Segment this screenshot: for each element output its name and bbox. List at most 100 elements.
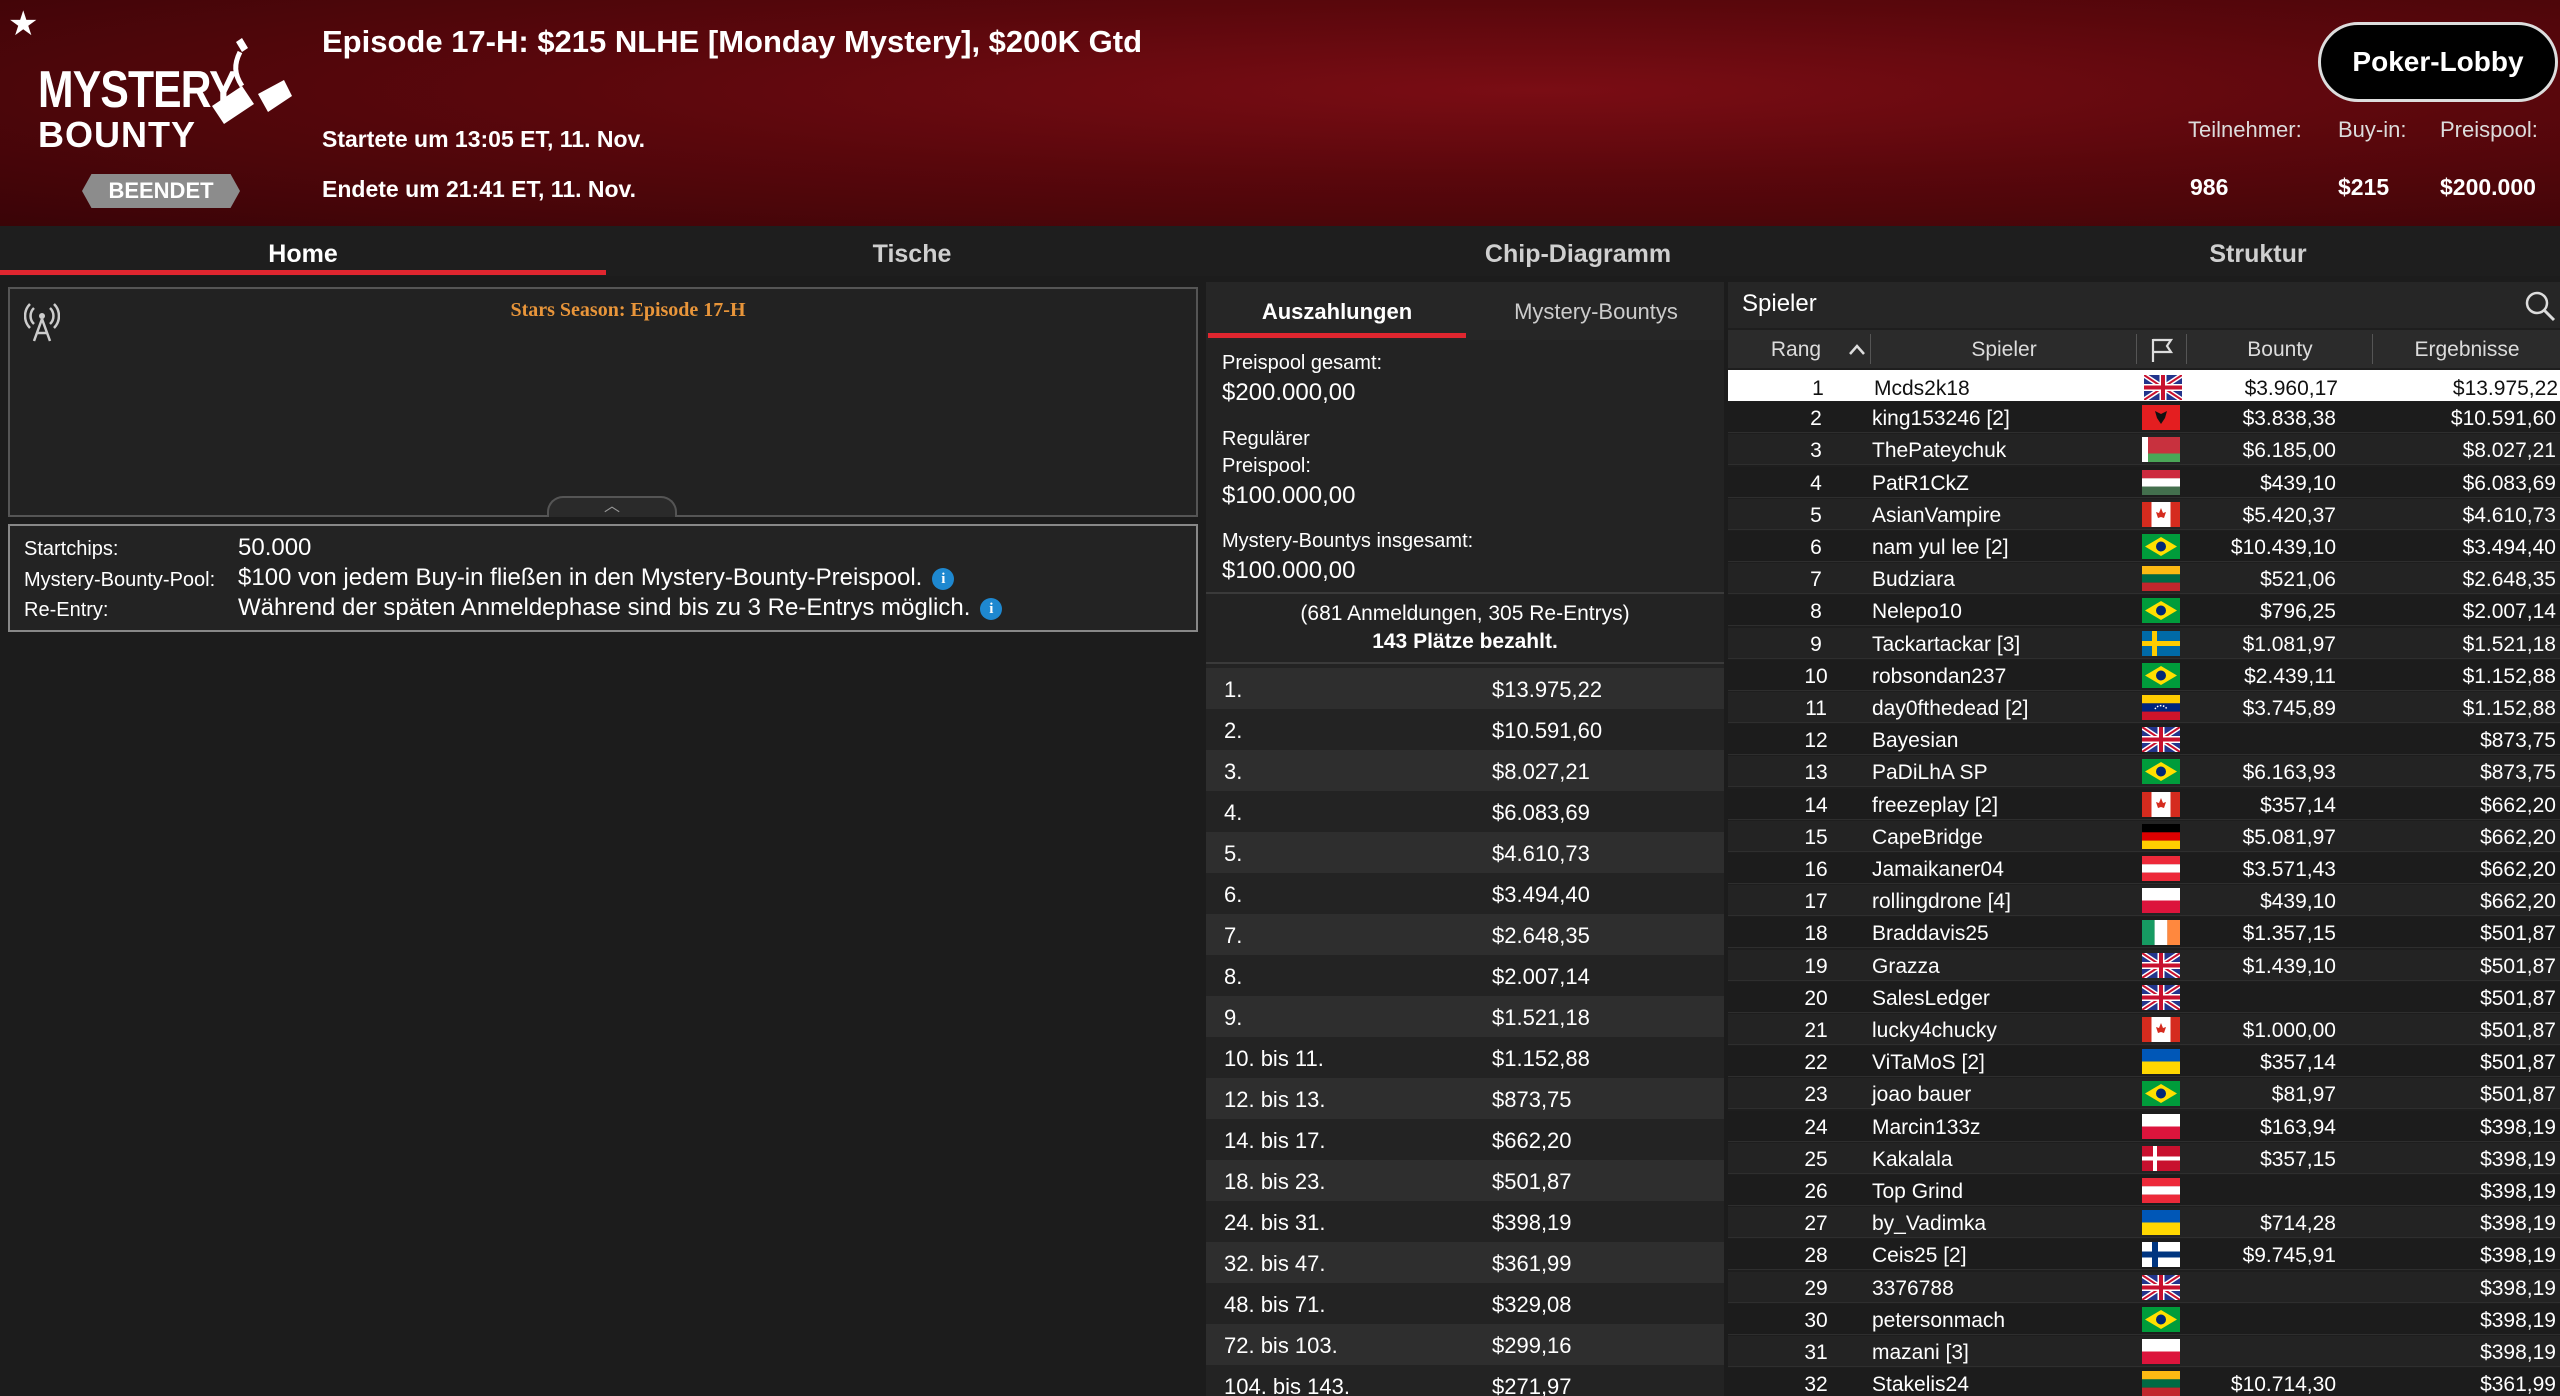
tab-home[interactable]: Home: [0, 226, 606, 276]
country-flag-icon: [2142, 695, 2180, 720]
collapse-handle[interactable]: ︿: [547, 496, 677, 517]
payout-row: 7. $2.648,35: [1206, 914, 1724, 955]
payout-amount: $873,75: [1492, 1087, 1572, 1112]
info-icon[interactable]: i: [980, 597, 1003, 620]
player-row[interactable]: 11 day0fthedead [2] $3.745,89 $1.152,88: [1728, 692, 2560, 723]
sort-up-icon[interactable]: [1848, 342, 1866, 356]
payout-place: 32. bis 47.: [1224, 1251, 1326, 1276]
country-flag-icon: [2142, 1113, 2180, 1139]
payout-place: 48. bis 71.: [1224, 1292, 1326, 1317]
player-result: $501,87: [2480, 954, 2556, 978]
player-rank: 11: [1805, 697, 1827, 720]
player-name: Grazza: [1872, 954, 1940, 978]
player-row[interactable]: 26 Top Grind $398,19: [1728, 1175, 2560, 1206]
player-bounty: $439,10: [2260, 890, 2336, 914]
player-row[interactable]: 30 petersonmach $398,19: [1728, 1303, 2560, 1335]
tab-payouts[interactable]: Auszahlungen: [1206, 282, 1468, 340]
payout-row: 18. bis 23. $501,87: [1206, 1160, 1724, 1201]
player-result: $662,20: [2480, 858, 2556, 881]
player-row[interactable]: 32 Stakelis24 $10.714,30 $361,99: [1728, 1368, 2560, 1396]
info-icon[interactable]: i: [932, 567, 955, 590]
player-name: Kakalala: [1872, 1147, 1953, 1171]
startchips-value: 50.000: [238, 534, 312, 561]
payout-place: 10. bis 11.: [1224, 1046, 1324, 1071]
player-row[interactable]: 29 3376788 $398,19: [1728, 1271, 2560, 1303]
player-rank: 20: [1804, 986, 1828, 1010]
player-row[interactable]: 13 PaDiLhA SP $6.163,93 $873,75: [1728, 756, 2560, 788]
col-player[interactable]: Spieler: [1872, 338, 2136, 362]
player-row[interactable]: 1 Mcds2k18 $3.960,17 $13.975,22: [1728, 370, 2560, 403]
player-bounty: $357,14: [2260, 793, 2336, 817]
player-row[interactable]: 22 ViTaMoS [2] $357,14 $501,87: [1728, 1046, 2560, 1078]
bounty-total-value: $100.000,00: [1222, 557, 1356, 584]
country-flag-icon: [2142, 1339, 2180, 1364]
country-flag-icon: [2142, 662, 2180, 688]
prizepool-value: $200.000: [2440, 174, 2536, 200]
player-search-bar[interactable]: Spieler: [1728, 282, 2560, 328]
player-row[interactable]: 18 Braddavis25 $1.357,15 $501,87: [1728, 917, 2560, 949]
player-row[interactable]: 7 Budziara $521,06 $2.648,35: [1728, 563, 2560, 595]
player-row[interactable]: 3 ThePateychuk $6.185,00 $8.027,21: [1728, 434, 2560, 466]
player-row[interactable]: 5 AsianVampire $5.420,37 $4.610,73: [1728, 498, 2560, 530]
col-results[interactable]: Ergebnisse: [2374, 338, 2560, 362]
player-row[interactable]: 14 freezeplay [2] $357,14 $662,20: [1728, 788, 2560, 820]
column-divider: [1870, 334, 1871, 364]
player-row[interactable]: 9 Tackartackar [3] $1.081,97 $1.521,18: [1728, 627, 2560, 659]
player-row[interactable]: 31 mazani [3] $398,19: [1728, 1336, 2560, 1367]
player-row[interactable]: 8 Nelepo10 $796,25 $2.007,14: [1728, 595, 2560, 627]
player-row[interactable]: 2 king153246 [2] $3.838,38 $10.591,60: [1728, 402, 2560, 434]
player-name: Bayesian: [1872, 729, 1959, 753]
player-row[interactable]: 20 SalesLedger $501,87: [1728, 981, 2560, 1013]
country-flag-icon: [2142, 1049, 2180, 1075]
payout-place: 4.: [1224, 800, 1243, 825]
player-row[interactable]: 15 CapeBridge $5.081,97 $662,20: [1728, 820, 2560, 852]
player-result: $662,20: [2480, 825, 2556, 849]
payout-place: 72. bis 103.: [1224, 1333, 1338, 1358]
tab-chip-chart[interactable]: Chip-Diagramm: [1218, 226, 1938, 276]
payout-amount: $1.152,88: [1492, 1046, 1590, 1071]
player-row[interactable]: 16 Jamaikaner04 $3.571,43 $662,20: [1728, 853, 2560, 884]
favorite-star-icon[interactable]: ★: [8, 4, 38, 44]
col-rank[interactable]: Rang: [1748, 338, 1844, 362]
poker-lobby-button[interactable]: Poker-Lobby: [2318, 22, 2558, 102]
player-row[interactable]: 10 robsondan237 $2.439,11 $1.152,88: [1728, 659, 2560, 691]
payout-row: 72. bis 103. $299,16: [1206, 1324, 1724, 1365]
player-row[interactable]: 19 Grazza $1.439,10 $501,87: [1728, 949, 2560, 981]
player-result: $398,19: [2480, 1308, 2556, 1332]
player-row[interactable]: 12 Bayesian $873,75: [1728, 724, 2560, 756]
player-row[interactable]: 21 lucky4chucky $1.000,00 $501,87: [1728, 1014, 2560, 1045]
column-divider: [2136, 334, 2137, 364]
player-row[interactable]: 25 Kakalala $357,15 $398,19: [1728, 1142, 2560, 1174]
player-result: $398,19: [2480, 1147, 2556, 1171]
flag-icon[interactable]: [2148, 336, 2176, 364]
player-rank: 25: [1804, 1147, 1828, 1171]
country-flag-icon: [2142, 791, 2180, 817]
tab-structure[interactable]: Struktur: [1938, 226, 2560, 276]
col-bounty[interactable]: Bounty: [2188, 338, 2372, 362]
player-result: $501,87: [2480, 1083, 2556, 1107]
payout-row: 12. bis 13. $873,75: [1206, 1078, 1724, 1119]
player-row[interactable]: 28 Ceis25 [2] $9.745,91 $398,19: [1728, 1239, 2560, 1271]
player-name: PatR1CkZ: [1872, 471, 1969, 495]
player-bounty: $796,25: [2260, 600, 2336, 624]
country-flag-icon: [2142, 920, 2180, 946]
player-bounty: $6.163,93: [2242, 761, 2336, 785]
player-row[interactable]: 17 rollingdrone [4] $439,10 $662,20: [1728, 885, 2560, 917]
tournament-header: ★ MYSTERY BOUNTY BEENDET Episode 17-H: $…: [0, 0, 2560, 226]
player-row[interactable]: 4 PatR1CkZ $439,10 $6.083,69: [1728, 466, 2560, 498]
tab-mystery-bounties[interactable]: Mystery-Bountys: [1468, 282, 1724, 340]
tab-tables[interactable]: Tische: [606, 226, 1218, 276]
payouts-panel: Auszahlungen Mystery-Bountys Preispool g…: [1206, 282, 1724, 1396]
bag-icon: [212, 38, 292, 124]
player-result: $398,19: [2480, 1341, 2556, 1364]
payout-amount: $4.610,73: [1492, 841, 1590, 866]
player-row[interactable]: 27 by_Vadimka $714,28 $398,19: [1728, 1207, 2560, 1239]
player-rank: 7: [1810, 568, 1822, 592]
search-icon[interactable]: [2522, 288, 2558, 324]
player-row[interactable]: 6 nam yul lee [2] $10.439,10 $3.494,40: [1728, 531, 2560, 562]
player-row[interactable]: 23 joao bauer $81,97 $501,87: [1728, 1078, 2560, 1110]
player-row[interactable]: 24 Marcin133z $163,94 $398,19: [1728, 1110, 2560, 1142]
bounty-total: Mystery-Bountys insgesamt: $100.000,00: [1222, 530, 1473, 585]
player-name: ViTaMoS [2]: [1872, 1051, 1985, 1075]
player-bounty: $5.420,37: [2242, 503, 2336, 527]
